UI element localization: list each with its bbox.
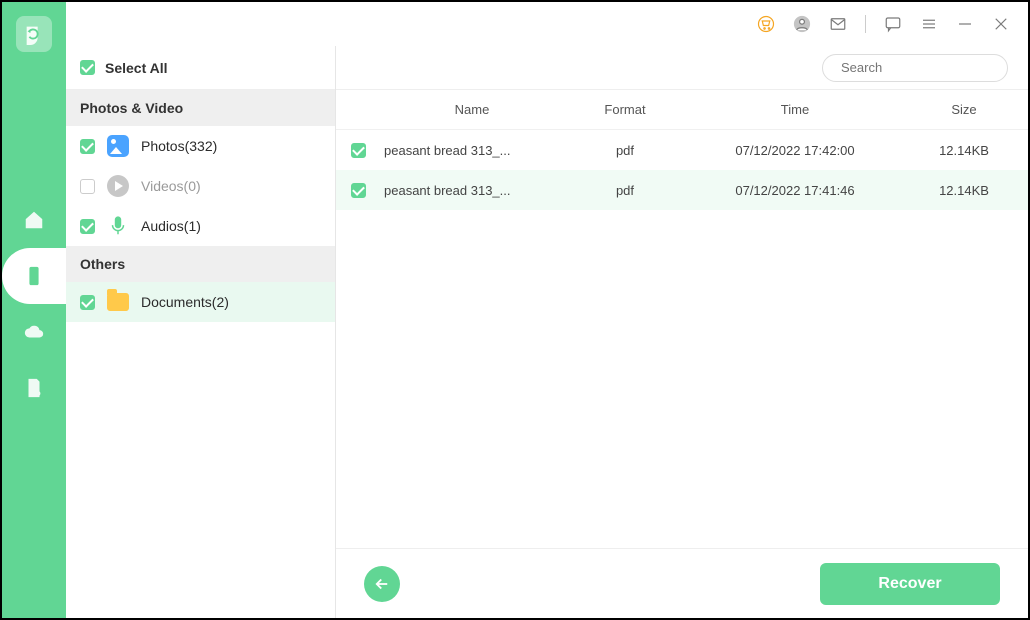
documents-icon: [107, 291, 129, 313]
col-time[interactable]: Time: [690, 102, 900, 117]
nav-cloud[interactable]: [2, 304, 66, 360]
section-header-others: Others: [66, 246, 335, 282]
arrow-left-icon: [373, 575, 391, 593]
sidebar-item-label: Documents(2): [141, 294, 229, 310]
checkbox-photos[interactable]: [80, 139, 95, 154]
col-format[interactable]: Format: [560, 102, 690, 117]
minimize-icon[interactable]: [956, 15, 974, 33]
sidebar-item-videos[interactable]: Videos(0): [66, 166, 335, 206]
checkbox-videos[interactable]: [80, 179, 95, 194]
search-input[interactable]: [841, 60, 1017, 75]
mail-icon[interactable]: [829, 15, 847, 33]
app-logo-icon: [16, 16, 52, 52]
videos-icon: [107, 175, 129, 197]
cell-size: 12.14KB: [900, 143, 1028, 158]
content-toolbar: [336, 46, 1028, 90]
close-icon[interactable]: [992, 15, 1010, 33]
footer: Recover: [336, 548, 1028, 618]
sidebar-item-label: Videos(0): [141, 178, 201, 194]
table-row[interactable]: peasant bread 313_... pdf 07/12/2022 17:…: [336, 170, 1028, 210]
category-sidebar: Select All Photos & Video Photos(332) Vi…: [66, 46, 336, 618]
col-name[interactable]: Name: [380, 102, 560, 117]
user-icon[interactable]: [793, 15, 811, 33]
sidebar-item-label: Photos(332): [141, 138, 217, 154]
sidebar-item-audios[interactable]: Audios(1): [66, 206, 335, 246]
select-all-checkbox[interactable]: [80, 60, 95, 75]
main-area: Select All Photos & Video Photos(332) Vi…: [66, 2, 1028, 618]
feedback-icon[interactable]: [884, 15, 902, 33]
recover-label: Recover: [878, 575, 941, 593]
spacer: [336, 210, 1028, 548]
back-button[interactable]: [364, 566, 400, 602]
table-row[interactable]: peasant bread 313_... pdf 07/12/2022 17:…: [336, 130, 1028, 170]
cell-name: peasant bread 313_...: [380, 143, 560, 158]
photos-icon: [107, 135, 129, 157]
topbar: [66, 2, 1028, 46]
left-rail: [2, 2, 66, 618]
checkbox-audios[interactable]: [80, 219, 95, 234]
table-header: Name Format Time Size: [336, 90, 1028, 130]
select-all-row[interactable]: Select All: [66, 46, 335, 90]
cell-format: pdf: [560, 183, 690, 198]
app-window: Select All Photos & Video Photos(332) Vi…: [0, 0, 1030, 620]
row-checkbox[interactable]: [351, 143, 366, 158]
row-checkbox[interactable]: [351, 183, 366, 198]
cell-format: pdf: [560, 143, 690, 158]
nav-home[interactable]: [2, 192, 66, 248]
nav-device[interactable]: [2, 248, 66, 304]
sidebar-item-photos[interactable]: Photos(332): [66, 126, 335, 166]
nav-sdcard[interactable]: [2, 360, 66, 416]
menu-icon[interactable]: [920, 15, 938, 33]
cell-time: 07/12/2022 17:42:00: [690, 143, 900, 158]
cell-name: peasant bread 313_...: [380, 183, 560, 198]
audios-icon: [107, 215, 129, 237]
cart-icon[interactable]: [757, 15, 775, 33]
sidebar-item-documents[interactable]: Documents(2): [66, 282, 335, 322]
col-size[interactable]: Size: [900, 102, 1028, 117]
section-header-photos-video: Photos & Video: [66, 90, 335, 126]
select-all-label: Select All: [105, 60, 168, 76]
body: Select All Photos & Video Photos(332) Vi…: [66, 46, 1028, 618]
checkbox-documents[interactable]: [80, 295, 95, 310]
file-list-panel: Name Format Time Size peasant bread 313_…: [336, 46, 1028, 618]
recover-button[interactable]: Recover: [820, 563, 1000, 605]
cell-time: 07/12/2022 17:41:46: [690, 183, 900, 198]
search-box[interactable]: [822, 54, 1008, 82]
topbar-divider: [865, 15, 866, 33]
sidebar-item-label: Audios(1): [141, 218, 201, 234]
cell-size: 12.14KB: [900, 183, 1028, 198]
